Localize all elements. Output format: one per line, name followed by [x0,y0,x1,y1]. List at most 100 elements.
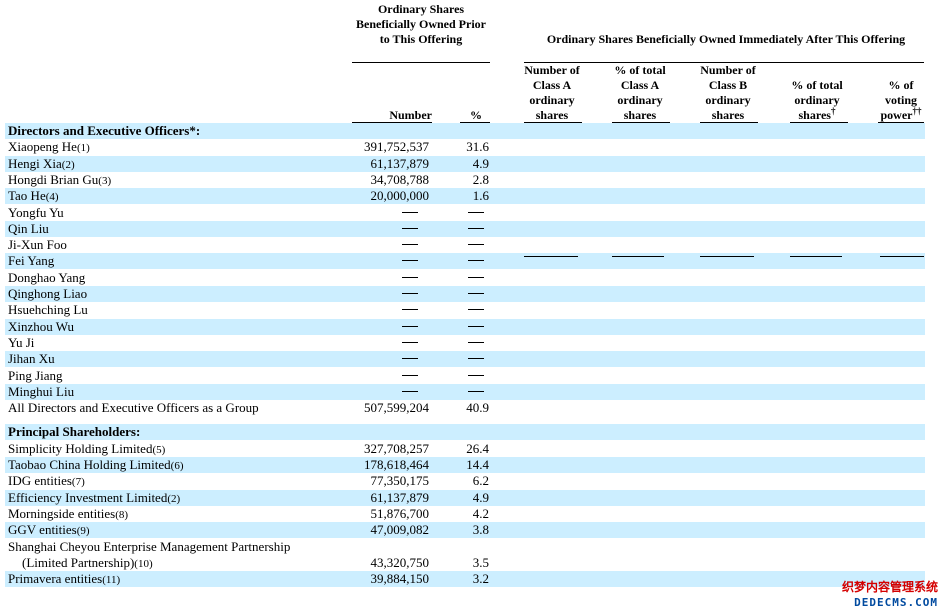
nil-number-dash [402,309,418,311]
share-count: 43,320,750 [370,554,430,570]
name-text: Hongdi Brian Gu [8,171,99,187]
section-title: Principal Shareholders: [8,424,140,440]
name-text: Simplicity Holding Limited [8,440,153,456]
nil-percent-dash [468,341,484,343]
table-row: Xinzhou Wu [5,318,925,335]
nil-percent-dash [468,390,484,392]
nil-percent-dash [468,358,484,360]
shareholder-name: Qinghong Liao [8,286,87,302]
shareholder-name: IDG entities(7) [8,473,85,489]
header-col-pct-class-a: % of total Class A ordinary shares [614,63,666,122]
name-text: Hsuehching Lu [8,302,88,318]
shareholder-name: Primavera entities(11) [8,571,120,587]
name-text: Yu Ji [8,334,35,350]
shareholder-name: Jihan Xu [8,351,55,367]
shareholder-name: Ji-Xun Foo [8,237,67,253]
table-row: Xiaopeng He(1) 391,752,537 31.6 [5,139,925,155]
name-text: Morningside entities [8,505,116,521]
shareholder-name: Xinzhou Wu [8,319,74,335]
share-percent: 4.9 [472,489,489,505]
nil-number-dash [402,211,418,213]
nil-number-dash [402,374,418,376]
name-text: Qin Liu [8,220,49,236]
nil-percent-dash [468,227,484,229]
name-text: Fei Yang [8,253,55,269]
table-row: Donghao Yang [5,270,925,286]
table-row: Fei Yang [5,253,925,270]
table-row: Shanghai Cheyou Enterprise Management Pa… [5,539,925,572]
footnote-ref: (8) [115,508,129,521]
name-text: Principal Shareholders: [8,424,141,440]
table-row: Hongdi Brian Gu(3) 34,708,788 2.8 [5,172,925,188]
watermark-url: DEDECMS.COM [854,596,938,609]
share-count: 34,708,788 [370,171,430,187]
shareholder-name: Shanghai Cheyou Enterprise Management Pa… [8,538,291,554]
name-text: Minghui Liu [8,383,75,399]
table-row: Taobao China Holding Limited(6) 178,618,4… [5,457,925,473]
table-row: Simplicity Holding Limited(5) 327,708,257… [5,441,925,457]
after-class-a-rule [524,256,578,257]
section-header-row: Principal Shareholders: [5,424,925,441]
footnote-ref: (11) [102,574,121,587]
shareholder-name: Taobao China Holding Limited(6) [8,457,183,473]
share-count: 178,618,464 [364,457,429,472]
footnote-ref: (7) [71,476,85,489]
nil-number-dash [402,244,418,246]
footnote-ref: (10) [134,557,153,570]
name-text: Donghao Yang [8,269,86,285]
header-col-voting: % of voting power†† [880,78,922,122]
shareholder-name: Hengi Xia(2) [8,156,75,172]
share-percent: 6.2 [472,473,489,489]
table-row: Hengi Xia(2) 61,137,879 4.9 [5,155,925,172]
after-pct-total-rule [790,256,842,257]
share-count: 47,009,082 [370,522,430,538]
footnote-ref: (3) [98,174,112,187]
name-text: IDG entities [8,473,72,489]
share-percent: 4.9 [472,155,489,171]
shareholder-name: Fei Yang [8,253,54,269]
watermark-logo-text: 织梦内容管理系统 [841,580,938,594]
table-row: Hsuehching Lu [5,302,925,318]
shareholder-name: Yongfu Yu [8,205,64,221]
footnote-ref: (5) [152,443,166,456]
shareholder-name: Donghao Yang [8,270,85,286]
table-row: Efficiency Investment Limited(2) 61,137,8… [5,489,925,506]
share-percent: 26.4 [466,440,489,456]
name-text: Qinghong Liao [8,286,88,301]
name-text: Tao He [8,188,46,204]
nil-percent-dash [468,325,484,327]
share-percent: 1.6 [472,188,489,204]
share-percent: 4.2 [472,505,489,521]
table-row: Minghui Liu [5,383,925,400]
share-percent: 2.8 [472,171,489,187]
section-title: Directors and Executive Officers*: [8,123,200,139]
shareholder-name: Efficiency Investment Limited(2) [8,490,180,506]
table-row: Yu Ji [5,335,925,351]
table-row: Ji-Xun Foo [5,237,925,253]
shareholder-name: Tao He(4) [8,188,59,204]
nil-percent-dash [468,309,484,311]
shareholder-name: Morningside entities(8) [8,506,128,522]
shareholder-name-continued: (Limited Partnership)(10) [22,555,153,571]
shareholder-name: All Directors and Executive Officers as … [8,400,259,416]
footnote-ref: (2) [167,492,181,505]
name-text: Xiaopeng He [8,139,77,155]
shareholder-name-line2: (Limited Partnership) [22,554,135,570]
share-count: 39,884,150 [370,571,430,587]
nil-number-dash [402,227,418,229]
table-row: Ping Jiang [5,368,925,384]
share-percent: 40.9 [466,400,489,416]
name-text: Jihan Xu [8,351,55,367]
shareholder-name: Xiaopeng He(1) [8,139,90,155]
dagger-mark: † [830,106,836,116]
nil-number-dash [402,341,418,343]
share-count: 391,752,537 [364,139,429,155]
name-text: Ping Jiang [8,367,63,383]
share-count: 77,350,175 [370,473,430,489]
table-row: GGV entities(9) 47,009,082 3.8 [5,522,925,539]
table-row: Jihan Xu [5,351,925,368]
nil-number-dash [402,276,418,278]
name-text: Yongfu Yu [8,204,64,220]
header-prior-rule [352,62,490,63]
header-col-pct: % [470,108,482,122]
